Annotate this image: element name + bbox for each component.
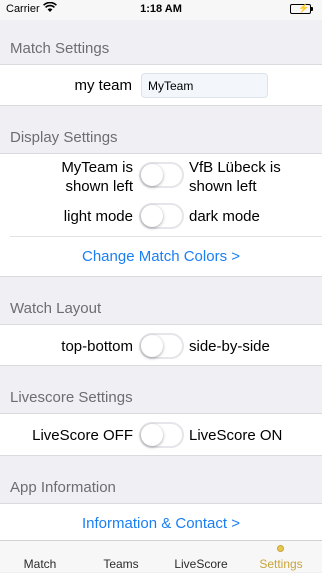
watch-layout-group: top-bottom side-by-side — [0, 324, 322, 366]
tab-settings-label: Settings — [259, 557, 303, 571]
section-header-watch: Watch Layout — [10, 300, 102, 317]
tab-livescore-label: LiveScore — [174, 557, 228, 571]
display-settings-group: MyTeam is shown left VfB Lübeck is shown… — [0, 153, 322, 277]
status-bar: Carrier 1:18 AM ⚡ — [0, 0, 322, 20]
my-team-label: my team — [74, 77, 132, 94]
team-left-label: MyTeam is shown left — [61, 159, 133, 195]
watch-layout-toggle[interactable] — [139, 333, 184, 359]
section-header-display: Display Settings — [10, 129, 118, 146]
side-by-side-label: side-by-side — [189, 338, 270, 355]
light-mode-label: light mode — [63, 208, 133, 225]
dark-mode-label: dark mode — [189, 208, 260, 225]
tab-match[interactable]: Match — [0, 541, 80, 573]
settings-tab-icon — [277, 545, 284, 552]
tab-settings[interactable]: Settings — [241, 541, 321, 573]
app-info-group: Information & Contact > — [0, 503, 322, 543]
dark-mode-toggle[interactable] — [139, 203, 184, 229]
top-bottom-label: top-bottom — [61, 338, 133, 355]
section-header-match: Match Settings — [10, 40, 110, 57]
match-settings-group: my team — [0, 64, 322, 106]
information-contact-link[interactable]: Information & Contact > — [0, 515, 322, 532]
battery-icon: ⚡ — [290, 3, 316, 15]
livescore-toggle[interactable] — [139, 422, 184, 448]
team-right-label: VfB Lübeck is shown left — [189, 159, 281, 195]
tab-teams[interactable]: Teams — [81, 541, 161, 573]
tab-bar: Match Teams LiveScore Settings — [0, 540, 322, 572]
team-side-toggle[interactable] — [139, 162, 184, 188]
section-header-app-info: App Information — [10, 479, 116, 496]
livescore-off-label: LiveScore OFF — [32, 427, 133, 444]
change-match-colors-link[interactable]: Change Match Colors > — [0, 248, 322, 265]
tab-teams-label: Teams — [103, 557, 139, 571]
section-header-livescore: Livescore Settings — [10, 389, 133, 406]
livescore-on-label: LiveScore ON — [189, 427, 283, 444]
tab-livescore[interactable]: LiveScore — [161, 541, 241, 573]
livescore-settings-group: LiveScore OFF LiveScore ON — [0, 413, 322, 456]
tab-match-label: Match — [23, 557, 57, 571]
my-team-input[interactable] — [141, 73, 268, 98]
clock: 1:18 AM — [140, 3, 182, 15]
